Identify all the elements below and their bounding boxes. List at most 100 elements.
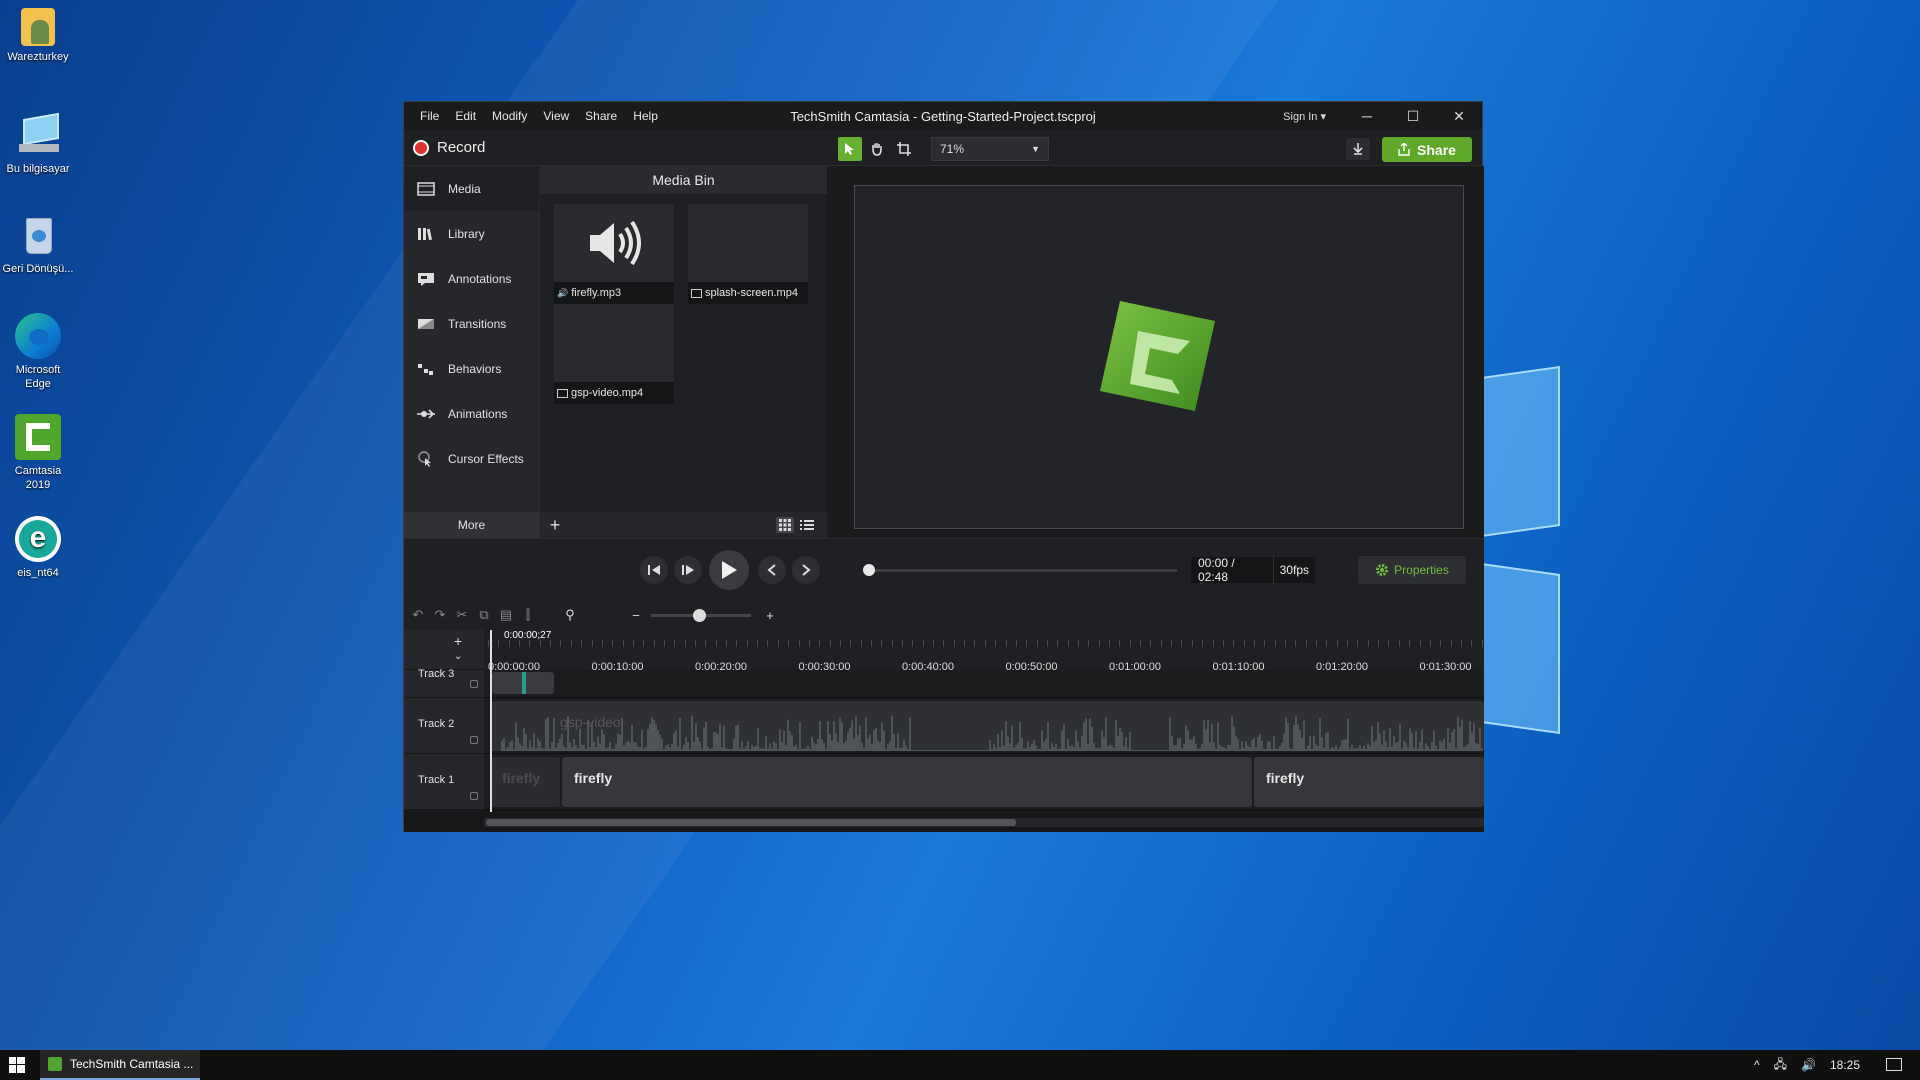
track-row-2[interactable]: gsp-video [484,698,1484,754]
step-back-icon [648,565,660,575]
media-item-splash-screen[interactable]: splash-screen.mp4 [688,204,808,304]
volume-icon[interactable]: 🔊 [1801,1058,1816,1072]
chevron-right-icon [802,564,811,576]
ruler-tick [1378,640,1380,647]
ruler-tick [829,640,831,647]
pan-tool[interactable] [865,137,889,161]
record-button[interactable]: Record [413,139,485,156]
menu-edit[interactable]: Edit [447,109,484,123]
zoom-search-icon[interactable]: ⚲ [562,607,578,623]
main-toolbar: Record 71% ▼ Share [404,130,1482,166]
ruler-tick [581,640,583,647]
scrollbar-thumb[interactable] [486,819,1016,826]
chevron-up-icon[interactable]: ^ [1754,1058,1760,1072]
track-3-clip[interactable] [492,672,554,694]
cut-icon[interactable]: ✂ [454,607,470,623]
time-ruler[interactable]: 0:00:00;27 0:00:00;00 0:00:10;00 0:00:20;0… [484,630,1484,673]
sidebar-item-annotations[interactable]: Annotations [404,256,539,301]
sidebar-item-label: Annotations [448,271,512,286]
menu-help[interactable]: Help [625,109,666,123]
network-icon[interactable]: 🖧 [1774,1055,1787,1076]
firefly-clip[interactable]: firefly [562,757,1252,807]
download-button[interactable] [1346,138,1370,160]
folder-user-icon [21,8,55,46]
track-row-3[interactable] [484,670,1484,698]
menu-view[interactable]: View [535,109,577,123]
start-button[interactable] [0,1050,34,1080]
undo-icon[interactable]: ↶ [410,607,426,623]
lock-icon[interactable] [470,680,478,688]
properties-button[interactable]: Properties [1358,556,1466,584]
sign-in-button[interactable]: Sign In ▾ [1283,110,1326,123]
zoom-in-icon[interactable]: + [762,607,778,623]
sidebar-item-transitions[interactable]: Transitions [404,301,539,346]
paste-icon[interactable]: ▤ [498,607,514,623]
next-marker-button[interactable] [792,556,820,584]
fps-readout: 30fps [1279,563,1309,577]
add-track-icon[interactable]: + [454,633,462,649]
playback-scrubber[interactable] [863,564,1177,576]
zoom-slider-handle[interactable] [693,609,706,622]
share-button[interactable]: Share [1382,137,1472,162]
sidebar-item-label: Cursor Effects [448,451,524,466]
ruler-tick [891,640,893,647]
track-header-2: Track 2 [404,698,484,754]
clock[interactable]: 18:25 [1830,1058,1860,1072]
ruler-tick [1388,640,1390,647]
play-button[interactable] [709,550,749,590]
more-button[interactable]: More [404,512,539,538]
lock-icon[interactable] [470,792,478,800]
track-row-1[interactable]: firefly firefly firefly [484,754,1484,810]
sidebar-item-animations[interactable]: Animations [404,391,539,436]
menu-file[interactable]: File [412,109,447,123]
media-item-gsp-video[interactable]: gsp-video.mp4 [554,304,674,404]
list-view-button[interactable] [798,517,816,533]
sidebar-item-library[interactable]: Library [404,211,539,256]
desktop-icon-computer[interactable]: Bu bilgisayar [2,112,74,176]
zoom-select[interactable]: 71% ▼ [931,137,1049,161]
lock-icon[interactable] [470,736,478,744]
desktop-icon-camtasia[interactable]: Camtasia 2019 [2,414,74,492]
notification-icon[interactable] [1886,1058,1902,1071]
menu-modify[interactable]: Modify [484,109,535,123]
ruler-tick [612,640,614,647]
sidebar-item-cursor-effects[interactable]: Cursor Effects [404,436,539,481]
minimize-button[interactable]: ─ [1344,108,1390,124]
split-icon[interactable]: ⫿ [520,607,536,623]
firefly-clip[interactable]: firefly [490,757,560,807]
sidebar-item-behaviors[interactable]: Behaviors [404,346,539,391]
zoom-out-icon[interactable]: − [628,607,644,623]
copy-icon[interactable]: ⧉ [476,607,492,623]
desktop-icon-eset[interactable]: e eis_nt64 [2,516,74,580]
desktop-icon-warezturkey[interactable]: Warezturkey [2,8,74,64]
desktop-icon-recycle-bin[interactable]: Geri Dönüşü... [2,212,74,276]
menu-share[interactable]: Share [577,109,625,123]
ruler-tick [1160,640,1162,647]
timeline: + ⌄ 0:00:00;27 0:00:00;00 0:00:10;00 0:00:… [404,630,1484,832]
close-button[interactable]: ✕ [1436,108,1482,125]
grid-view-button[interactable] [776,517,794,533]
redo-icon[interactable]: ↷ [432,607,448,623]
firefly-clip[interactable]: firefly [1254,757,1484,807]
ruler-tick [808,640,810,647]
ruler-tick [1026,640,1028,647]
timeline-zoom-slider[interactable] [651,609,751,622]
step-back-button[interactable] [640,556,668,584]
playhead[interactable] [490,630,492,812]
maximize-button[interactable]: ☐ [1390,108,1436,125]
crop-tool[interactable] [892,137,916,161]
add-media-button[interactable]: + [544,512,566,538]
sidebar-item-media[interactable]: Media [404,166,539,211]
taskbar-app-camtasia[interactable]: TechSmith Camtasia ... [40,1050,200,1080]
preview-canvas[interactable] [854,185,1464,529]
desktop-icon-edge[interactable]: Microsoft Edge [2,313,74,391]
step-forward-button[interactable] [674,556,702,584]
media-item-caption: splash-screen.mp4 [688,282,808,304]
gsp-video-clip[interactable]: gsp-video [490,701,1484,751]
select-tool[interactable] [838,137,862,161]
media-item-firefly[interactable]: 🔊 firefly.mp3 [554,204,674,304]
previous-marker-button[interactable] [758,556,786,584]
timeline-scrollbar[interactable] [484,818,1484,827]
scrubber-handle[interactable] [863,564,875,576]
collapse-icon[interactable]: ⌄ [454,651,462,662]
